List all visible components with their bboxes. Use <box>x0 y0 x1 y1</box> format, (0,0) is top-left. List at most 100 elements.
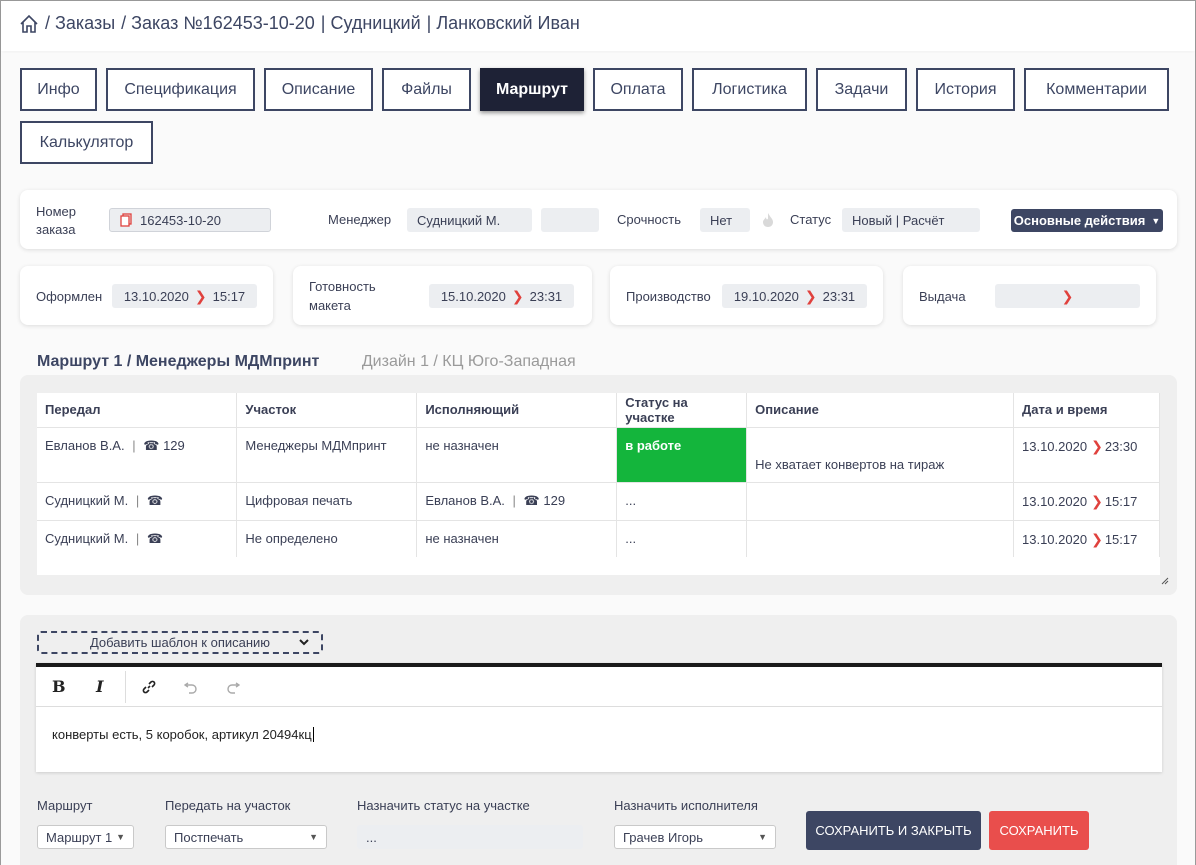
cell-status: ... <box>616 482 748 521</box>
separator: | <box>135 530 140 546</box>
table-row[interactable]: Судницкий М. | ☎ Цифровая печать Евланов… <box>37 482 1160 521</box>
cell-description <box>746 482 1014 521</box>
cell-section: Цифровая печать <box>236 482 418 521</box>
chevron-right-icon: ❯ <box>1091 437 1103 454</box>
cell-datetime: 13.10.2020 ❯ 23:30 <box>1013 427 1160 483</box>
table-row[interactable]: Судницкий М. | ☎ Не определено не назнач… <box>37 520 1160 559</box>
template-select[interactable]: Добавить шаблон к описанию <box>37 631 323 654</box>
tab-history[interactable]: История <box>916 68 1015 111</box>
pass-to-section-value: Постпечать <box>174 829 244 845</box>
cell-description: Не хватает конвертов на тираж <box>746 427 1014 483</box>
rich-text-editor[interactable]: B I конверты есть, 5 коробок, артикул 20… <box>36 663 1162 772</box>
main-content: Инфо Спецификация Описание Файлы Маршрут… <box>1 53 1195 865</box>
col-header-datetime: Дата и время <box>1013 393 1160 428</box>
urgency-field: Нет <box>700 208 750 232</box>
cell-status: в работе <box>616 427 748 483</box>
caret-down-icon: ▼ <box>116 832 125 842</box>
cell-executor: Евланов В.А. | ☎ 129 <box>416 482 618 521</box>
breadcrumb-manager: | Судницкий <box>320 13 421 33</box>
chevron-right-icon: ❯ <box>1091 530 1103 547</box>
save-button[interactable]: СОХРАНИТЬ <box>989 811 1089 850</box>
col-header-executor: Исполняющий <box>416 393 618 428</box>
cell-section: Не определено <box>236 520 418 559</box>
caret-down-icon: ▼ <box>1151 215 1161 226</box>
order-number-field: 162453-10-20 <box>109 208 271 232</box>
tab-info[interactable]: Инфо <box>20 68 97 111</box>
home-icon[interactable] <box>19 14 39 34</box>
chevron-right-icon: ❯ <box>804 287 817 304</box>
link-icon[interactable] <box>142 680 156 694</box>
fire-icon[interactable] <box>762 212 774 228</box>
tab-description[interactable]: Описание <box>264 68 373 111</box>
route-tab-design[interactable]: Дизайн 1 / КЦ Юго-Западная <box>362 353 576 370</box>
pass-to-section-select[interactable]: Постпечать ▼ <box>165 825 327 849</box>
main-actions-button[interactable]: Основные действия ▼ <box>1011 209 1163 232</box>
layout-ready-card: Готовность макета 15.10.2020 ❯ 23:31 <box>293 266 592 325</box>
from-name: Судницкий М. <box>45 530 129 546</box>
tab-logistics[interactable]: Логистика <box>692 68 807 111</box>
cell-from: Судницкий М. | ☎ <box>37 520 238 559</box>
save-and-close-button[interactable]: СОХРАНИТЬ И ЗАКРЫТЬ <box>806 811 981 850</box>
breadcrumb: / Заказы / Заказ №162453-10-20 | Судницк… <box>19 13 580 34</box>
delivery-label: Выдача <box>919 289 966 304</box>
breadcrumb-order: / Заказ №162453-10-20 <box>121 13 315 33</box>
table-row[interactable]: Евланов В.А. | ☎ 129 Менеджеры МДМпринт … <box>37 427 1160 483</box>
chevron-right-icon: ❯ <box>1091 492 1103 509</box>
production-date: 19.10.2020 <box>733 288 799 304</box>
tab-comments[interactable]: Комментарии <box>1024 68 1169 111</box>
chevron-right-icon: ❯ <box>511 287 524 304</box>
row-date: 13.10.2020 <box>1022 531 1088 547</box>
from-name: Судницкий М. <box>45 492 129 508</box>
cell-executor: не назначен <box>416 427 618 483</box>
cell-from: Евланов В.А. | ☎ 129 <box>37 427 238 483</box>
order-number-value: 162453-10-20 <box>140 212 221 228</box>
undo-icon[interactable] <box>184 680 198 694</box>
separator: | <box>135 492 140 508</box>
production-datetime: 19.10.2020 ❯ 23:31 <box>722 284 867 308</box>
redo-icon[interactable] <box>226 680 240 694</box>
col-header-description: Описание <box>746 393 1014 428</box>
caret-down-icon: ▼ <box>758 832 767 842</box>
row-date: 13.10.2020 <box>1022 438 1088 454</box>
delivery-datetime[interactable]: ❯ <box>995 284 1140 308</box>
route-tab-active[interactable]: Маршрут 1 / Менеджеры МДМпринт <box>37 353 319 370</box>
col-header-section: Участок <box>236 393 418 428</box>
copy-icon[interactable] <box>120 213 132 227</box>
route-panel: Передал Участок Исполняющий Статус на уч… <box>20 375 1177 595</box>
placed-card: Оформлен 13.10.2020 ❯ 15:17 <box>20 266 273 325</box>
resize-handle-icon[interactable] <box>1161 577 1169 585</box>
editor-content[interactable]: конверты есть, 5 коробок, артикул 20494к… <box>52 727 314 742</box>
pass-to-section-label: Передать на участок <box>165 798 291 813</box>
cell-datetime: 13.10.2020 ❯ 15:17 <box>1013 482 1160 521</box>
production-label: Производство <box>626 289 711 304</box>
tab-files[interactable]: Файлы <box>382 68 471 111</box>
from-phone: 129 <box>163 437 185 453</box>
placed-date: 13.10.2020 <box>123 288 189 304</box>
route-select[interactable]: Маршрут 1 ▼ <box>37 825 134 849</box>
tab-tasks[interactable]: Задачи <box>816 68 907 111</box>
italic-icon[interactable]: I <box>96 677 103 696</box>
tab-calculator[interactable]: Калькулятор <box>20 121 153 164</box>
bold-icon[interactable]: B <box>52 677 66 696</box>
phone-icon: ☎ <box>523 492 540 508</box>
tab-specification[interactable]: Спецификация <box>106 68 255 111</box>
assign-executor-value: Грачев Игорь <box>623 829 704 845</box>
tab-payment[interactable]: Оплата <box>593 68 683 111</box>
route-label: Маршрут <box>37 798 93 813</box>
row-time: 23:30 <box>1104 438 1138 454</box>
phone-icon: ☎ <box>146 492 164 508</box>
placed-time: 15:17 <box>212 288 246 304</box>
assign-executor-select[interactable]: Грачев Игорь ▼ <box>614 825 776 849</box>
tab-route[interactable]: Маршрут <box>480 68 584 111</box>
col-header-status: Статус на участке <box>616 393 748 428</box>
executor-name: Евланов В.А. <box>425 492 505 508</box>
separator: | <box>512 492 516 508</box>
table-empty-area <box>37 557 1160 575</box>
placed-datetime: 13.10.2020 ❯ 15:17 <box>112 284 257 308</box>
assign-status-label: Назначить статус на участке <box>357 798 530 813</box>
assign-status-select: ... <box>357 825 583 849</box>
phone-icon: ☎ <box>146 530 164 546</box>
breadcrumb-orders[interactable]: / Заказы <box>45 13 115 34</box>
manager-label: Менеджер <box>328 212 392 227</box>
editor-toolbar: B I <box>36 667 1162 707</box>
